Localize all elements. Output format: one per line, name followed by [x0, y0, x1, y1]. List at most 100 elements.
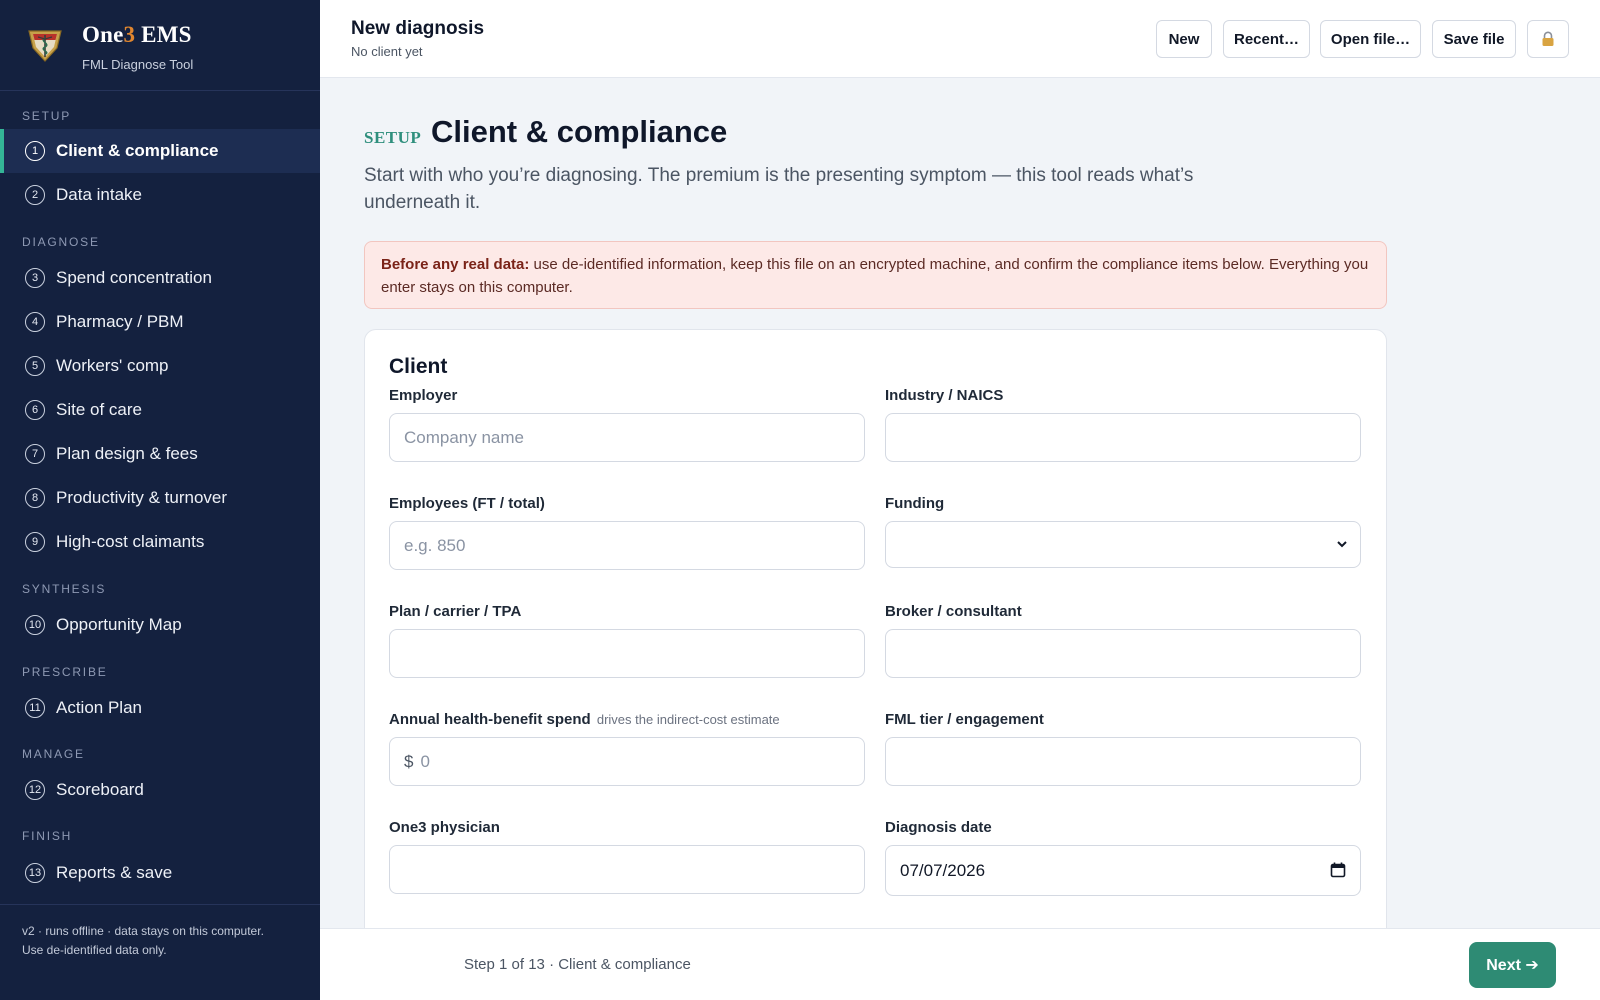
top-bar: New diagnosis No client yet New Recent… … [320, 0, 1600, 78]
brand-subtitle: FML Diagnose Tool [82, 57, 194, 72]
nav-item-label: Opportunity Map [56, 615, 182, 634]
plan-carrier-tpa-field[interactable] [389, 629, 865, 678]
caduceus-shield-icon [28, 30, 62, 62]
save-file-button[interactable]: Save file [1432, 20, 1516, 58]
nav-item-label: Client & compliance [56, 141, 219, 160]
next-button[interactable]: Next ➔ [1469, 942, 1556, 988]
nav-section-synthesis: SYNTHESIS [22, 582, 107, 596]
step-number-badge: 2 [25, 185, 45, 205]
nav-section-prescribe: PRESCRIBE [22, 665, 108, 679]
lock-button[interactable] [1527, 20, 1569, 58]
sidebar: One3 EMS FML Diagnose Tool SETUP 1 Clien… [0, 0, 320, 1000]
employees-field[interactable]: e.g. 850 [389, 521, 865, 570]
nav-item-label: Reports & save [56, 863, 173, 882]
nav-section-diagnose: DIAGNOSE [22, 235, 100, 249]
alert-text: use de-identified information, keep this… [381, 256, 1369, 296]
step-number-badge: 8 [25, 488, 45, 508]
tier-label: FML tier / engagement [885, 711, 1044, 728]
nav-item-label: High-cost claimants [56, 532, 205, 551]
step-number-badge: 11 [25, 698, 45, 718]
step-number-badge: 9 [25, 532, 45, 552]
nav-item-client-compliance[interactable]: 1 Client & compliance [0, 129, 320, 173]
page-title: Client & compliance [431, 114, 728, 149]
broker-consultant-field[interactable] [885, 629, 1361, 678]
one3-physician-field[interactable] [389, 845, 865, 894]
nav-item-label: Productivity & turnover [56, 488, 228, 507]
compliance-alert: Before any real data: use de-identified … [364, 241, 1387, 309]
date-value: 07/07/2026 [900, 860, 986, 880]
nav-item-reports-save[interactable]: 13 Reports & save [0, 851, 320, 895]
nav-item-productivity-turnover[interactable]: 8 Productivity & turnover [0, 476, 320, 520]
nav-item-plan-design-fees[interactable]: 7 Plan design & fees [0, 432, 320, 476]
nav-section-setup: SETUP [22, 109, 72, 123]
nav-item-scoreboard[interactable]: 12 Scoreboard [0, 768, 320, 812]
step-number-badge: 3 [25, 268, 45, 288]
employer-field[interactable]: Company name [389, 413, 865, 462]
brand-name: One3 EMS [82, 22, 192, 47]
fml-tier-field[interactable] [885, 737, 1361, 786]
open-file-button[interactable]: Open file… [1320, 20, 1421, 58]
currency-prefix: $ [404, 751, 414, 771]
nav-item-action-plan[interactable]: 11 Action Plan [0, 686, 320, 730]
section-eyebrow: SETUP [364, 128, 422, 147]
calendar-icon[interactable] [1330, 862, 1346, 878]
nav-item-label: Data intake [56, 185, 142, 204]
main-content: SETUP Client & compliance Start with who… [320, 78, 1600, 949]
step-number-badge: 7 [25, 444, 45, 464]
brand-header: One3 EMS FML Diagnose Tool [0, 0, 320, 91]
employer-placeholder: Company name [404, 427, 525, 447]
nav-section-manage: MANAGE [22, 747, 85, 761]
funding-label: Funding [885, 495, 945, 512]
nav-item-label: Site of care [56, 400, 142, 419]
document-subtitle: No client yet [351, 44, 423, 59]
employees-placeholder: e.g. 850 [404, 535, 466, 555]
nav-item-high-cost-claimants[interactable]: 9 High-cost claimants [0, 520, 320, 564]
step-number-badge: 6 [25, 400, 45, 420]
sidebar-footer-note: v2 · runs offline · data stays on this c… [0, 904, 320, 960]
diagnosis-date-field[interactable]: 07/07/2026 [885, 845, 1361, 896]
nav-item-label: Pharmacy / PBM [56, 312, 184, 331]
step-indicator: Step 1 of 13 · Client & compliance [464, 956, 691, 973]
nav-item-pharmacy-pbm[interactable]: 4 Pharmacy / PBM [0, 300, 320, 344]
step-number-badge: 10 [25, 615, 45, 635]
step-footer: Step 1 of 13 · Client & compliance Next … [320, 928, 1600, 1000]
chevron-down-icon [1337, 541, 1347, 548]
nav-section-finish: FINISH [22, 829, 73, 843]
nav-item-label: Spend concentration [56, 268, 212, 287]
nav-item-label: Action Plan [56, 698, 142, 717]
spend-label-text: Annual health-benefit spend [389, 711, 591, 728]
new-button[interactable]: New [1156, 20, 1212, 58]
step-number-badge: 12 [25, 780, 45, 800]
recent-button[interactable]: Recent… [1223, 20, 1310, 58]
nav-item-opportunity-map[interactable]: 10 Opportunity Map [0, 603, 320, 647]
step-number-badge: 13 [25, 863, 45, 883]
employees-label: Employees (FT / total) [389, 495, 545, 512]
document-title: New diagnosis [351, 18, 485, 39]
footer-note-line: Use de-identified data only. [22, 943, 167, 957]
spend-hint: drives the indirect-cost estimate [596, 712, 780, 727]
industry-naics-field[interactable] [885, 413, 1361, 462]
client-form-card: Client Employer Company name Industry / … [364, 329, 1387, 949]
plan-label: Plan / carrier / TPA [389, 603, 522, 620]
lock-icon [1542, 31, 1554, 46]
funding-select[interactable] [885, 521, 1361, 568]
page-lead: Start with who you’re diagnosing. The pr… [364, 165, 1194, 213]
employer-label: Employer [389, 387, 458, 404]
nav-item-label: Workers' comp [56, 356, 169, 375]
spend-label: Annual health-benefit spend drives the i… [389, 711, 780, 728]
alert-heading: Before any real data: [381, 256, 530, 273]
date-label: Diagnosis date [885, 819, 992, 836]
spend-placeholder: 0 [420, 751, 430, 771]
nav-item-data-intake[interactable]: 2 Data intake [0, 173, 320, 217]
broker-label: Broker / consultant [885, 603, 1022, 620]
industry-label: Industry / NAICS [885, 387, 1004, 404]
form-title: Client [389, 355, 448, 378]
physician-label: One3 physician [389, 819, 500, 836]
nav-item-label: Plan design & fees [56, 444, 198, 463]
nav-item-spend-concentration[interactable]: 3 Spend concentration [0, 256, 320, 300]
footer-note-line: v2 · runs offline · data stays on this c… [22, 924, 264, 938]
nav-item-site-of-care[interactable]: 6 Site of care [0, 388, 320, 432]
annual-spend-field[interactable]: $ 0 [389, 737, 865, 786]
step-number-badge: 1 [25, 141, 45, 161]
nav-item-workers-comp[interactable]: 5 Workers' comp [0, 344, 320, 388]
